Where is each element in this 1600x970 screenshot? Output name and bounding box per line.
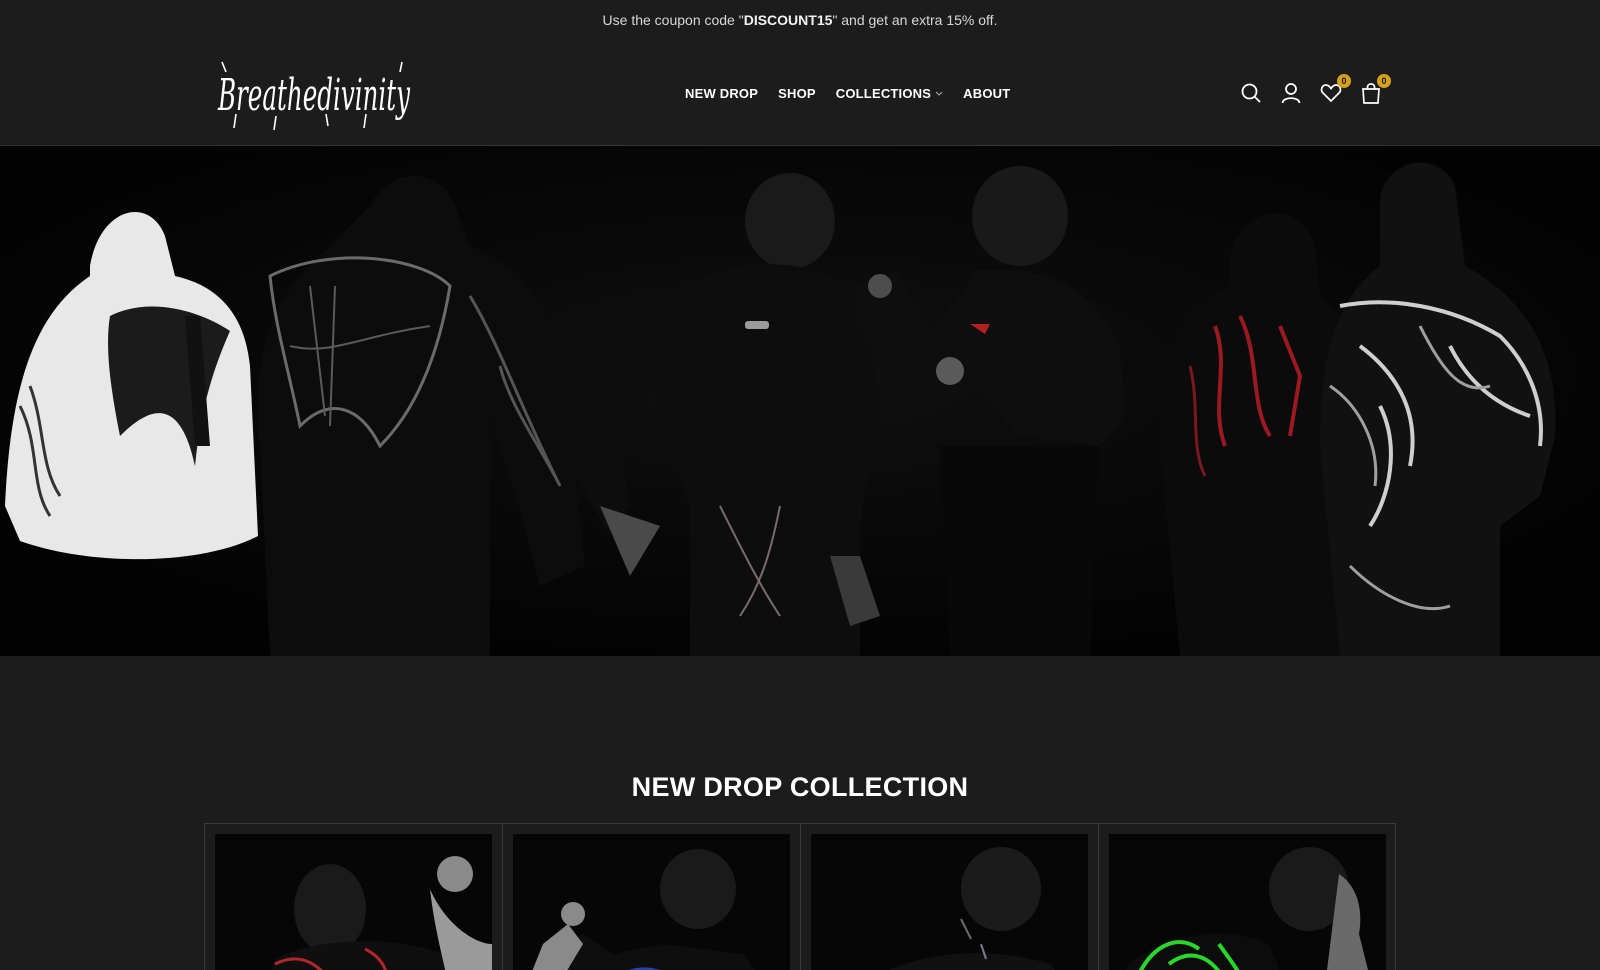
product-photo bbox=[811, 834, 1088, 970]
promo-text-prefix: Use the coupon code " bbox=[602, 12, 744, 28]
product-card[interactable] bbox=[205, 824, 503, 970]
account-button[interactable] bbox=[1280, 82, 1302, 104]
nav-new-drop-label: NEW DROP bbox=[685, 85, 759, 101]
nav-collections[interactable]: COLLECTIONS bbox=[836, 86, 943, 101]
product-photo bbox=[513, 834, 790, 970]
user-icon bbox=[1281, 83, 1301, 104]
product-card[interactable] bbox=[1099, 824, 1396, 970]
nav-about[interactable]: ABOUT bbox=[963, 86, 1010, 101]
cart-button[interactable]: 0 bbox=[1360, 74, 1391, 104]
wishlist-button[interactable]: 0 bbox=[1320, 74, 1351, 104]
promo-bar: Use the coupon code " DISCOUNT15 " and get… bbox=[0, 0, 1600, 40]
logo-wordmark: Breathedivinity bbox=[217, 61, 411, 131]
cart-count-badge: 0 bbox=[1377, 74, 1391, 88]
wishlist-count-badge: 0 bbox=[1337, 74, 1351, 88]
site-header: Breathedivinity NEW DROP SHOP COLLECTION… bbox=[0, 40, 1600, 146]
product-image bbox=[513, 834, 790, 970]
nav-shop[interactable]: SHOP bbox=[778, 86, 816, 101]
nav-new-drop[interactable]: NEW DROP bbox=[685, 86, 758, 101]
product-grid bbox=[204, 823, 1396, 970]
header-icons: 0 0 bbox=[1240, 40, 1391, 146]
promo-text-suffix: " and get an extra 15% off. bbox=[832, 12, 998, 28]
nav-collections-label: COLLECTIONS bbox=[835, 85, 932, 101]
product-image bbox=[215, 834, 492, 970]
product-image bbox=[811, 834, 1088, 970]
hero-image bbox=[0, 146, 1600, 656]
hero-banner[interactable] bbox=[0, 146, 1600, 656]
coupon-code: DISCOUNT15 bbox=[743, 12, 833, 28]
search-button[interactable] bbox=[1240, 82, 1262, 104]
product-card[interactable] bbox=[801, 824, 1099, 970]
logo-text: Breathedivinity bbox=[217, 70, 410, 121]
product-photo bbox=[1109, 834, 1386, 970]
site-logo[interactable]: Breathedivinity bbox=[216, 54, 416, 134]
search-icon bbox=[1241, 83, 1261, 103]
nav-about-label: ABOUT bbox=[963, 85, 1011, 101]
nav-shop-label: SHOP bbox=[778, 85, 816, 101]
chevron-down-icon bbox=[935, 91, 943, 96]
product-photo bbox=[215, 834, 492, 970]
main-nav: NEW DROP SHOP COLLECTIONS ABOUT bbox=[685, 40, 1010, 146]
product-card[interactable] bbox=[503, 824, 801, 970]
section-title: NEW DROP COLLECTION bbox=[631, 772, 969, 802]
product-image bbox=[1109, 834, 1386, 970]
